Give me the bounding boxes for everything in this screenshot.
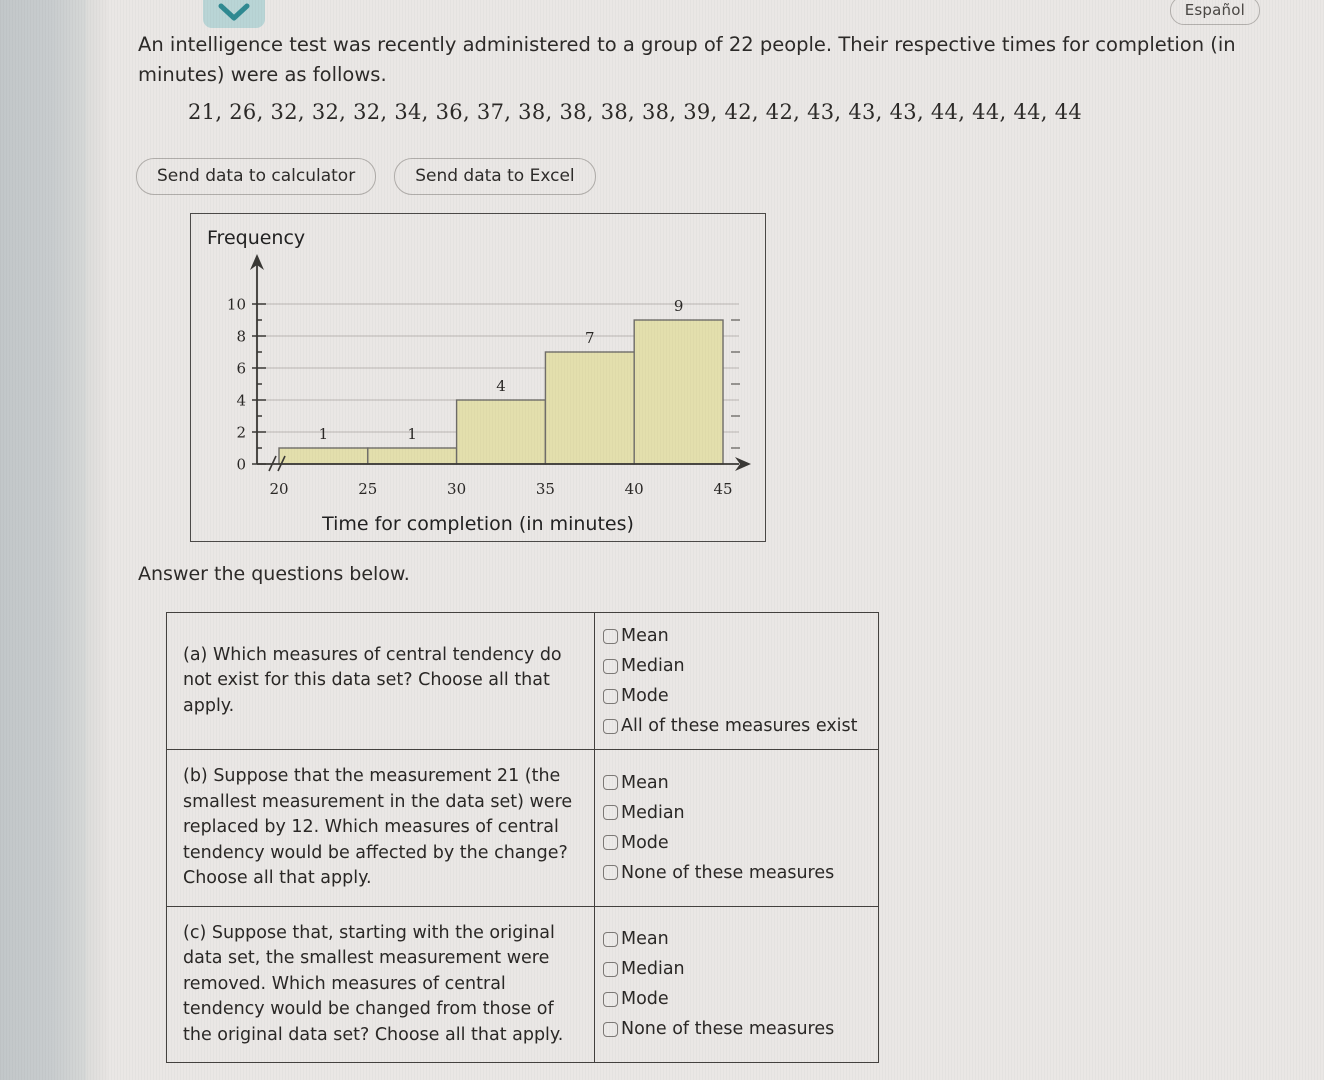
checkbox-label: Median	[621, 959, 685, 980]
checkbox-icon[interactable]	[603, 865, 618, 881]
answer-instruction: Answer the questions below.	[138, 563, 410, 585]
send-data-to-calculator-button[interactable]: Send data to calculator	[136, 158, 377, 195]
checkbox-option[interactable]: Mean	[595, 768, 878, 798]
question-prompt: An intelligence test was recently admini…	[138, 33, 1236, 86]
bar-value-label: 1	[407, 425, 417, 443]
checkbox-icon[interactable]	[603, 805, 618, 821]
checkbox-icon[interactable]	[603, 1021, 618, 1037]
x-tick-label: 45	[713, 480, 732, 498]
bar-value-label: 1	[319, 425, 329, 443]
y-tick-label: 4	[236, 392, 246, 410]
checkbox-icon[interactable]	[603, 628, 618, 644]
y-tick-label: 10	[227, 296, 246, 314]
checkbox-option[interactable]: Median	[595, 798, 878, 828]
data-values-list: 21, 26, 32, 32, 32, 34, 36, 37, 38, 38, …	[188, 100, 1083, 124]
histogram-bar	[633, 319, 724, 465]
histogram-bar	[367, 447, 458, 465]
question-row: (b) Suppose that the measurement 21 (the…	[167, 750, 878, 907]
espanol-button[interactable]: Español	[1169, 0, 1260, 25]
checkbox-label: Mean	[621, 929, 669, 950]
checkbox-label: None of these measures	[621, 1019, 835, 1040]
y-tick-label: 6	[236, 360, 246, 378]
checkbox-option[interactable]: Mode	[595, 828, 878, 858]
page-content: Español An intelligence test was recentl…	[108, 0, 1324, 1080]
checkbox-icon[interactable]	[603, 775, 618, 791]
y-tick-label: 2	[236, 424, 246, 442]
chevron-down-icon[interactable]	[203, 0, 265, 28]
x-tick-label: 35	[536, 480, 555, 498]
checkbox-icon[interactable]	[603, 991, 618, 1007]
option-group: Mean Median Mode None of these measures	[595, 750, 878, 906]
checkbox-label: None of these measures	[621, 862, 835, 883]
checkbox-label: Median	[621, 656, 685, 676]
checkbox-option[interactable]: Mode	[595, 984, 878, 1014]
checkbox-icon[interactable]	[603, 688, 618, 704]
option-group: Mean Median Mode All of these measures exis…	[595, 613, 878, 749]
checkbox-label: All of these measures exist	[621, 716, 858, 736]
option-group: Mean Median Mode None of these measures	[595, 907, 878, 1063]
x-tick-label: 25	[358, 480, 377, 498]
question-text: (a) Which measures of central tendency d…	[167, 613, 595, 749]
checkbox-label: Mean	[621, 772, 669, 793]
question-row: (a) Which measures of central tendency d…	[167, 613, 878, 750]
question-text: (b) Suppose that the measurement 21 (the…	[167, 750, 595, 906]
bar-value-label: 7	[585, 329, 595, 347]
histogram-bar	[455, 399, 547, 465]
checkbox-option[interactable]: None of these measures	[595, 858, 878, 888]
histogram-bar	[278, 447, 369, 465]
question-row: (c) Suppose that, starting with the orig…	[167, 906, 878, 1063]
chart-x-axis-label: Time for completion (in minutes)	[322, 513, 634, 535]
y-tick-label: 8	[236, 328, 246, 346]
checkbox-label: Mean	[621, 626, 669, 646]
checkbox-icon[interactable]	[603, 835, 618, 851]
bar-value-label: 4	[496, 377, 506, 395]
checkbox-option[interactable]: All of these measures exist	[595, 711, 878, 741]
histogram-chart: Frequency 1 1 4 7 9 0 2 4 6 8 10 20 25 30 35 40 45 Time …	[190, 213, 766, 542]
bar-value-label: 9	[674, 297, 684, 315]
questions-table: (a) Which measures of central tendency d…	[166, 612, 879, 1063]
x-tick-label: 20	[269, 480, 288, 498]
checkbox-label: Mode	[621, 686, 669, 706]
checkbox-option[interactable]: None of these measures	[595, 1014, 878, 1044]
checkbox-option[interactable]: Median	[595, 954, 878, 984]
histogram-svg: 1 1 4 7 9 0 2 4 6 8 10 20 25 30 35 40 45	[227, 254, 751, 498]
checkbox-icon[interactable]	[603, 718, 618, 734]
checkbox-option[interactable]: Mean	[595, 621, 878, 651]
checkbox-label: Mode	[621, 989, 669, 1010]
send-data-to-excel-button[interactable]: Send data to Excel	[394, 158, 596, 195]
checkbox-icon[interactable]	[603, 961, 618, 977]
send-data-button-row: Send data to calculator Send data to Exc…	[136, 158, 596, 195]
screen-bezel-left-inner	[86, 0, 108, 1080]
checkbox-label: Median	[621, 802, 685, 823]
histogram-bar	[544, 351, 635, 465]
checkbox-label: Mode	[621, 832, 669, 853]
checkbox-option[interactable]: Mode	[595, 681, 878, 711]
y-tick-label: 0	[236, 456, 246, 474]
checkbox-icon[interactable]	[603, 931, 618, 947]
x-tick-label: 30	[447, 480, 466, 498]
x-tick-label: 40	[625, 480, 644, 498]
checkbox-option[interactable]: Mean	[595, 924, 878, 954]
question-text: (c) Suppose that, starting with the orig…	[167, 906, 595, 1062]
screen-bezel-left	[0, 0, 86, 1080]
screen-root: Español An intelligence test was recentl…	[0, 0, 1324, 1080]
checkbox-option[interactable]: Median	[595, 651, 878, 681]
checkbox-icon[interactable]	[603, 658, 618, 674]
